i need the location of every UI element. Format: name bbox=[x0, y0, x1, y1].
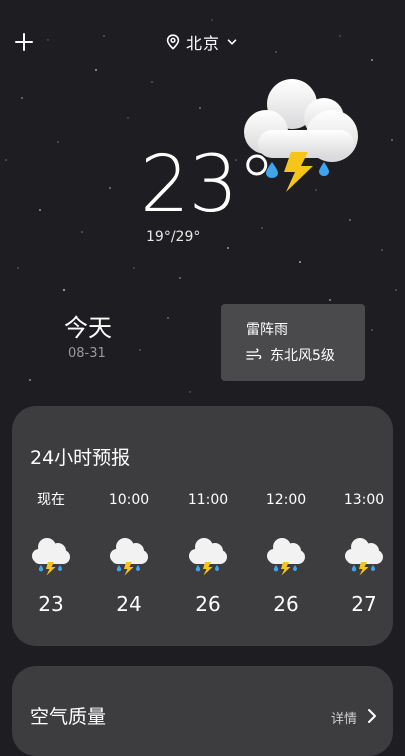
hour-item[interactable]: 12:00 26 bbox=[248, 490, 324, 616]
thunderstorm-icon bbox=[267, 538, 305, 576]
hourly-forecast-card[interactable]: 24小时预报 现在 23 10:00 24 11:00 26 12:00 26 13:00 27 bbox=[12, 406, 393, 646]
location-selector[interactable]: 北京 bbox=[166, 30, 238, 54]
chevron-down-icon bbox=[227, 39, 237, 45]
thunderstorm-icon bbox=[189, 538, 227, 576]
hour-item[interactable]: 现在 23 bbox=[13, 490, 89, 616]
hour-item[interactable]: 10:00 24 bbox=[91, 490, 167, 616]
today-date: 08-31 bbox=[68, 346, 106, 361]
chevron-right-icon[interactable] bbox=[367, 708, 377, 724]
hour-time: 10:00 bbox=[108, 492, 150, 508]
air-quality-card[interactable]: 空气质量 详情 bbox=[12, 666, 393, 756]
hour-item[interactable]: 11:00 26 bbox=[170, 490, 246, 616]
city-name: 北京 bbox=[186, 34, 221, 53]
hour-time: 12:00 bbox=[265, 492, 307, 508]
location-pin-icon bbox=[166, 34, 180, 50]
plus-icon[interactable] bbox=[12, 30, 36, 54]
hour-temp: 26 bbox=[273, 592, 299, 616]
hour-temp: 24 bbox=[116, 592, 142, 616]
wind-text: 东北风5级 bbox=[270, 348, 335, 364]
thunderstorm-icon bbox=[110, 538, 148, 576]
current-temperature: 23° bbox=[140, 140, 276, 230]
today-label: 今天 bbox=[64, 314, 112, 342]
thunderstorm-icon bbox=[32, 538, 70, 576]
hour-time: 13:00 bbox=[343, 492, 385, 508]
hour-time: 11:00 bbox=[187, 492, 229, 508]
temperature-range: 19°/29° bbox=[146, 229, 201, 245]
hour-temp: 26 bbox=[195, 592, 221, 616]
condition-card: 雷阵雨 东北风5级 bbox=[221, 304, 365, 381]
hour-item[interactable]: 13:00 27 bbox=[326, 490, 393, 616]
thunderstorm-icon bbox=[345, 538, 383, 576]
hour-temp: 23 bbox=[38, 592, 64, 616]
forecast-title: 24小时预报 bbox=[30, 447, 131, 469]
air-quality-title: 空气质量 bbox=[30, 706, 107, 728]
air-quality-detail-link[interactable]: 详情 bbox=[331, 708, 357, 727]
top-bar: 北京 bbox=[0, 0, 405, 84]
condition-text: 雷阵雨 bbox=[246, 322, 288, 338]
wind-icon bbox=[246, 348, 262, 360]
hour-temp: 27 bbox=[351, 592, 377, 616]
wind-row: 东北风5级 bbox=[246, 345, 335, 365]
hour-time: 现在 bbox=[37, 492, 65, 508]
hourly-list[interactable]: 现在 23 10:00 24 11:00 26 12:00 26 13:00 27 bbox=[12, 490, 393, 630]
